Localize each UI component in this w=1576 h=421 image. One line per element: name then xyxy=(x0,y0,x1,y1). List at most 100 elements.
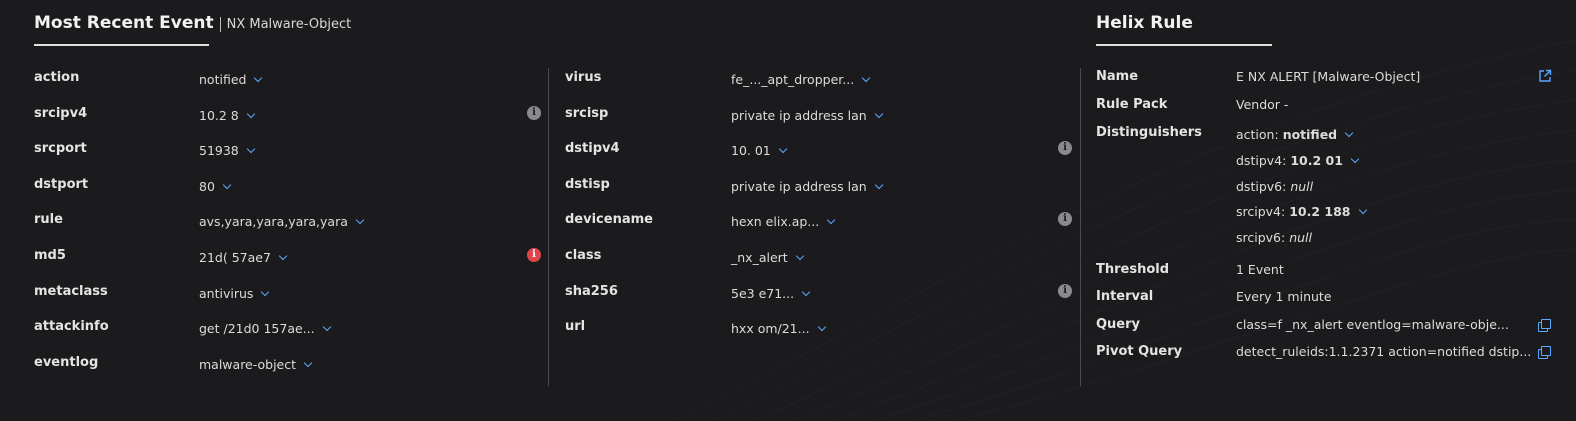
field-row-eventlog: eventlog malware-object xyxy=(34,353,544,389)
field-value-dstisp[interactable]: private ip address lan xyxy=(731,179,883,194)
copy-icon[interactable] xyxy=(1538,346,1551,359)
field-key: sha256 xyxy=(565,283,618,299)
field-key: dstport xyxy=(34,176,89,192)
field-value-srcisp[interactable]: private ip address lan xyxy=(731,108,883,123)
field-value-metaclass[interactable]: antivirus xyxy=(199,286,270,301)
field-row-dstipv4: dstipv4 10. 01 i xyxy=(565,139,1075,175)
field-row-action: action notified xyxy=(34,68,544,104)
field-key: devicename xyxy=(565,212,653,228)
field-value-devicename[interactable]: hexn elix.ap... xyxy=(731,214,836,229)
field-row-srcisp: srcisp private ip address lan xyxy=(565,104,1075,140)
chevron-down-icon[interactable] xyxy=(261,287,270,296)
field-row-url: url hxx om/21... xyxy=(565,317,1075,353)
pivot-query-label: Pivot Query xyxy=(1096,344,1183,359)
field-row-srcipv4: srcipv4 10.2 8 i xyxy=(34,104,544,140)
chevron-down-icon[interactable] xyxy=(826,216,836,225)
field-value-srcport[interactable]: 51938 xyxy=(199,143,256,158)
field-row-dstport: dstport 80 xyxy=(34,175,544,211)
event-panel-title: Most Recent Event NX Malware-Object xyxy=(34,13,352,33)
info-icon[interactable]: i xyxy=(1058,141,1072,156)
field-row-dstisp: dstisp private ip address lan xyxy=(565,175,1075,211)
chevron-down-icon[interactable] xyxy=(246,144,256,154)
info-icon[interactable]: i xyxy=(1058,212,1072,227)
chevron-down-icon[interactable] xyxy=(222,180,232,190)
alert-info-icon[interactable]: i xyxy=(527,247,541,262)
chevron-down-icon[interactable] xyxy=(861,73,871,83)
chevron-down-icon[interactable] xyxy=(254,73,263,83)
field-value-dstport[interactable]: 80 xyxy=(199,179,232,194)
field-row-metaclass: metaclass antivirus xyxy=(34,282,544,318)
field-key: class xyxy=(565,247,602,263)
chevron-down-icon[interactable] xyxy=(278,251,288,261)
field-row-attackinfo: attackinfo get /21d0 157ae... xyxy=(34,317,544,353)
field-value-srcipv4[interactable]: 10.2 8 xyxy=(199,108,256,123)
info-icon[interactable]: i xyxy=(527,105,541,120)
rule-pack-label: Rule Pack xyxy=(1096,97,1168,112)
field-row-md5: md5 21d( 57ae7 i xyxy=(34,246,544,282)
chevron-down-icon[interactable] xyxy=(874,180,883,190)
field-key: dstipv4 xyxy=(565,141,620,157)
distinguisher-item[interactable]: dstipv4: 10.2 01 xyxy=(1236,153,1360,168)
field-value-dstipv4[interactable]: 10. 01 xyxy=(731,143,788,158)
rule-panel: Name E NX ALERT [Malware-Object] Rule Pa… xyxy=(1096,0,1556,421)
field-row-devicename: devicename hexn elix.ap... i xyxy=(565,210,1075,246)
field-value-class[interactable]: _nx_alert xyxy=(731,250,804,265)
panel-divider xyxy=(1080,68,1081,386)
field-value-url[interactable]: hxx om/21... xyxy=(731,321,826,336)
field-key: srcipv4 xyxy=(34,105,88,121)
chevron-down-icon[interactable] xyxy=(246,109,256,118)
field-key: attackinfo xyxy=(34,319,109,335)
chevron-down-icon[interactable] xyxy=(801,287,811,296)
query-value: class=f _nx_alert eventlog=malware-obje.… xyxy=(1236,317,1509,332)
copy-icon[interactable] xyxy=(1538,319,1551,332)
chevron-down-icon[interactable] xyxy=(322,322,331,332)
chevron-down-icon[interactable] xyxy=(874,109,883,118)
interval-label: Interval xyxy=(1096,289,1154,304)
event-fields-left: action notified srcipv4 10.2 8 i srcport… xyxy=(34,68,544,388)
event-subtitle: NX Malware-Object xyxy=(219,17,352,32)
rule-pack-value: Vendor - xyxy=(1236,97,1289,112)
field-key: srcisp xyxy=(565,105,609,121)
threshold-value: 1 Event xyxy=(1236,262,1284,277)
field-key: dstisp xyxy=(565,176,610,192)
field-value-eventlog[interactable]: malware-object xyxy=(199,357,313,372)
chevron-down-icon[interactable] xyxy=(1358,205,1367,215)
distinguisher-item[interactable]: action: notified xyxy=(1236,127,1354,142)
rule-name-label: Name xyxy=(1096,69,1139,84)
info-icon[interactable]: i xyxy=(1058,283,1072,298)
field-key: eventlog xyxy=(34,354,99,370)
field-value-md5[interactable]: 21d( 57ae7 xyxy=(199,250,288,265)
threshold-label: Threshold xyxy=(1096,262,1170,277)
pivot-query-link[interactable]: detect_ruleids:1.1.2371 action=notified … xyxy=(1236,344,1531,359)
distinguisher-item[interactable]: srcipv4: 10.2 188 xyxy=(1236,204,1367,219)
field-row-sha256: sha256 5e3 e71... i xyxy=(565,282,1075,318)
field-key: metaclass xyxy=(34,283,108,299)
field-value-rule[interactable]: avs,yara,yara,yara,yara xyxy=(199,214,365,229)
distinguisher-item: srcipv6: null xyxy=(1236,230,1312,245)
rule-name-link[interactable]: E NX ALERT [Malware-Object] xyxy=(1236,69,1420,84)
chevron-down-icon[interactable] xyxy=(795,251,804,261)
distinguisher-item: dstipv6: null xyxy=(1236,179,1314,194)
field-value-sha256[interactable]: 5e3 e71... xyxy=(731,286,811,301)
field-value-action[interactable]: notified xyxy=(199,72,263,87)
event-fields-right: virus fe_..._apt_dropper... srcisp priva… xyxy=(565,68,1075,353)
field-key: rule xyxy=(34,212,63,228)
chevron-down-icon[interactable] xyxy=(1350,154,1360,164)
field-value-attackinfo[interactable]: get /21d0 157ae... xyxy=(199,321,331,336)
chevron-down-icon[interactable] xyxy=(1344,128,1354,138)
field-key: action xyxy=(34,70,80,85)
chevron-down-icon[interactable] xyxy=(355,216,365,225)
event-title-text: Most Recent Event xyxy=(34,13,214,33)
field-value-virus[interactable]: fe_..._apt_dropper... xyxy=(731,72,871,87)
event-title-underline xyxy=(34,44,209,46)
external-link-icon[interactable] xyxy=(1538,69,1552,83)
chevron-down-icon[interactable] xyxy=(303,358,313,367)
distinguishers-label: Distinguishers xyxy=(1096,125,1202,140)
field-key: srcport xyxy=(34,141,87,157)
field-row-virus: virus fe_..._apt_dropper... xyxy=(565,68,1075,104)
interval-value: Every 1 minute xyxy=(1236,289,1332,304)
column-divider xyxy=(548,68,549,386)
field-key: url xyxy=(565,319,586,335)
chevron-down-icon[interactable] xyxy=(778,144,788,154)
chevron-down-icon[interactable] xyxy=(817,322,826,332)
